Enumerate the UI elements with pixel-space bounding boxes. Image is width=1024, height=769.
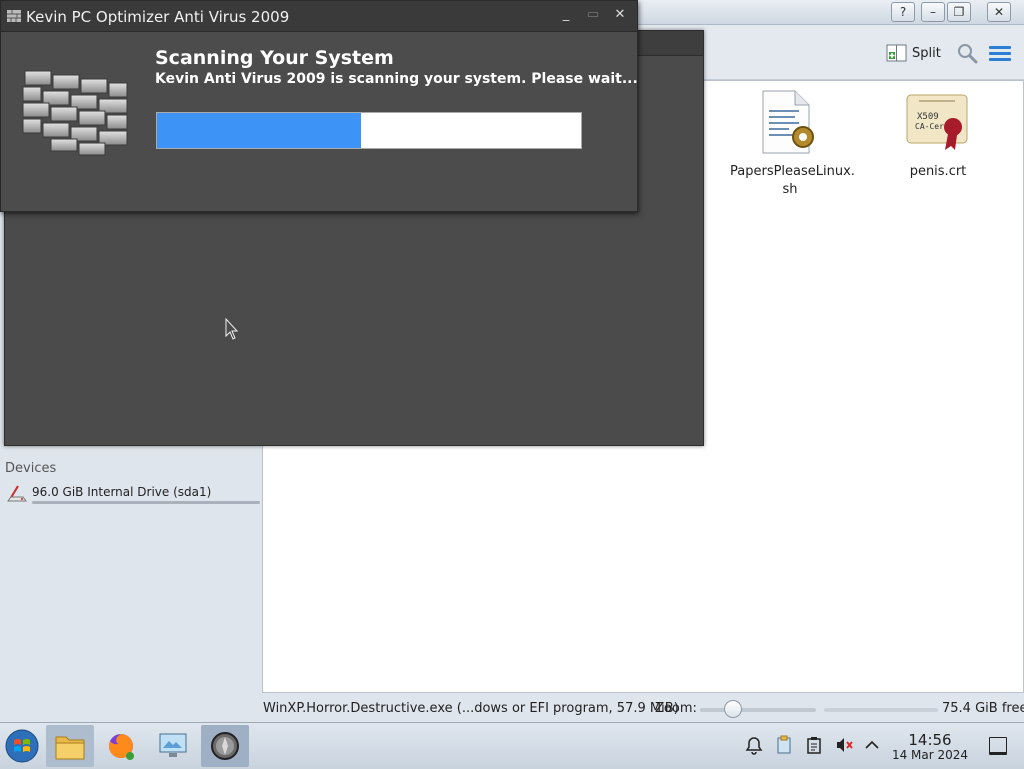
hard-drive-icon [7, 485, 27, 502]
clipboard-icon[interactable] [804, 735, 824, 755]
devices-section-label: Devices [5, 461, 57, 476]
drive-label: 96.0 GiB Internal Drive (sda1) [32, 485, 212, 499]
monitor-network-icon [159, 733, 187, 757]
close-button[interactable]: ✕ [987, 2, 1011, 22]
svg-text:X509: X509 [917, 112, 939, 122]
firefox-icon [108, 734, 134, 760]
scan-subtext: Kevin Anti Virus 2009 is scanning your s… [155, 71, 638, 87]
app-wall-icon [7, 10, 21, 22]
file-item[interactable]: X509 CA-Cert penis.crt [878, 89, 998, 181]
antivirus-titlebar[interactable]: Kevin PC Optimizer Anti Virus 2009 _ ▭ ✕ [1, 1, 637, 32]
status-bar: WinXP.Horror.Destructive.exe (...dows or… [0, 698, 1024, 720]
scan-progress-bar [156, 112, 582, 149]
antivirus-title: Kevin PC Optimizer Anti Virus 2009 [26, 8, 290, 26]
clock-time[interactable]: 14:56 [895, 731, 965, 749]
file-name: penis.crt [909, 164, 967, 179]
maximize-button[interactable]: ▭ [585, 7, 601, 23]
selection-status-text: WinXP.Horror.Destructive.exe (...dows or… [263, 701, 679, 716]
folder-icon [55, 736, 85, 760]
chevron-up-icon[interactable] [862, 735, 882, 755]
drive-usage-bar [32, 501, 260, 504]
split-button[interactable]: Split [886, 42, 941, 64]
help-button[interactable]: ? [891, 2, 915, 22]
zoom-slider-handle[interactable] [724, 700, 742, 718]
compass-icon [211, 732, 239, 760]
hamburger-menu-icon[interactable] [989, 43, 1011, 63]
split-button-label: Split [912, 45, 941, 61]
sidebar-item-internal-drive[interactable]: 96.0 GiB Internal Drive (sda1) [6, 483, 260, 505]
mouse-cursor-icon [225, 318, 239, 340]
scan-heading: Scanning Your System [155, 47, 394, 69]
taskbar-antivirus[interactable] [201, 725, 249, 767]
search-icon[interactable] [955, 41, 979, 65]
minimize-button[interactable]: – [921, 2, 945, 22]
show-desktop-icon[interactable] [989, 737, 1007, 755]
close-button[interactable]: ✕ [612, 7, 628, 23]
file-item[interactable]: PapersPleaseLinux. sh [730, 89, 855, 199]
free-space-text: 75.4 GiB free [942, 701, 1024, 716]
free-space-bar [824, 708, 938, 712]
maximize-button[interactable]: ❐ [947, 2, 971, 22]
clipboard-app-icon[interactable] [774, 735, 794, 755]
minimize-button[interactable]: _ [558, 7, 574, 23]
scan-progress-fill [157, 113, 361, 148]
taskbar-remote-desktop[interactable] [149, 725, 197, 767]
script-file-icon [762, 90, 814, 154]
volume-muted-icon[interactable] [834, 735, 854, 755]
zoom-label: Zoom: [655, 701, 697, 716]
clock-date[interactable]: 14 Mar 2024 [888, 748, 972, 762]
antivirus-dialog: Kevin PC Optimizer Anti Virus 2009 _ ▭ ✕… [0, 0, 638, 212]
firewall-brick-icon [22, 70, 128, 156]
split-view-icon [886, 44, 907, 62]
certificate-icon: X509 CA-Cert [906, 94, 968, 150]
taskbar-firefox[interactable] [97, 725, 145, 767]
taskbar: 14:56 14 Mar 2024 [0, 722, 1024, 769]
start-menu-icon[interactable] [4, 728, 40, 764]
svg-text:CA-Cert: CA-Cert [915, 122, 949, 131]
taskbar-file-manager[interactable] [46, 725, 94, 767]
notification-bell-icon[interactable] [744, 735, 764, 755]
file-name: PapersPleaseLinux. sh [730, 164, 855, 197]
zoom-slider-track[interactable] [700, 708, 816, 712]
